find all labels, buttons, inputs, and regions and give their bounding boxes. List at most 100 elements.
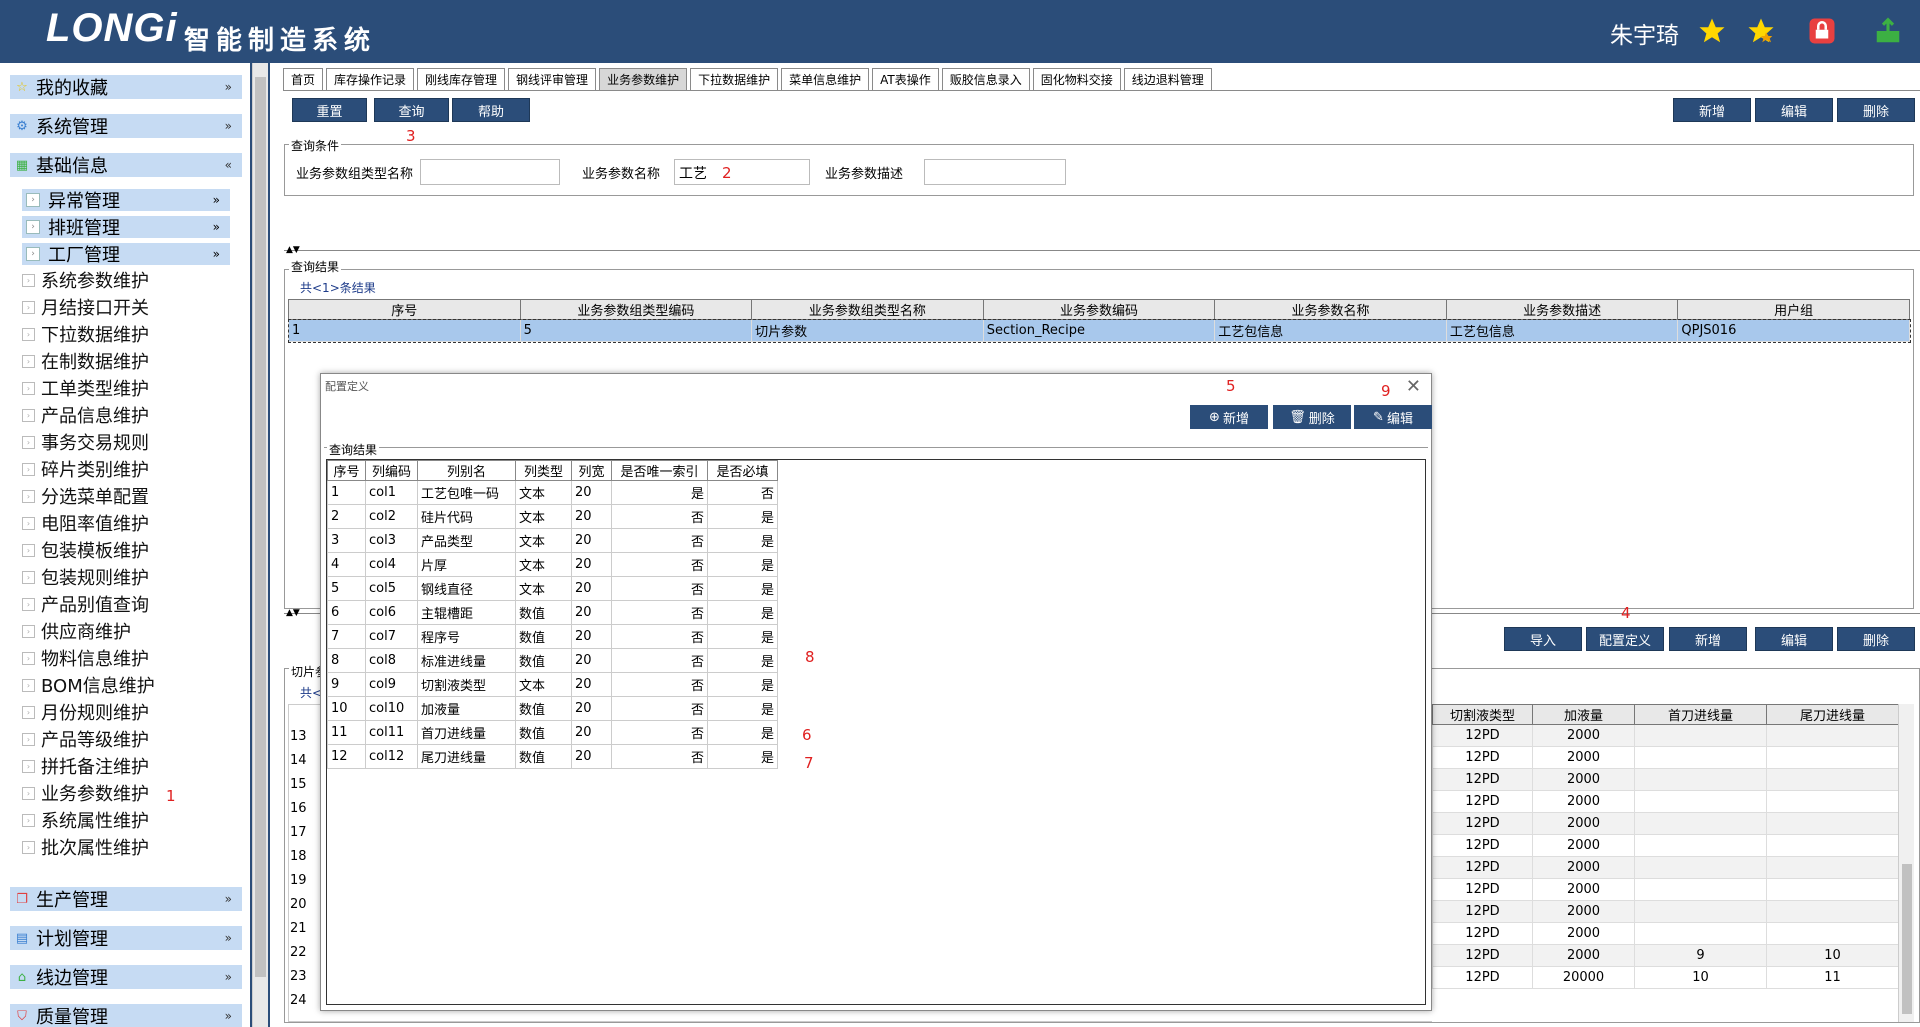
column-header[interactable]: 列别名 <box>417 460 516 481</box>
table-row[interactable]: 12PD 2000 <box>1432 746 1899 769</box>
tab-item[interactable]: AT表操作 <box>872 68 939 90</box>
tab-item[interactable]: 固化物料交接 <box>1032 68 1121 90</box>
sidebar-section-production[interactable]: ❐ 生产管理 » <box>10 887 242 911</box>
collapse-arrows-icon[interactable]: ▲▼ <box>286 245 300 255</box>
sidebar-item[interactable]: › 包装规则维护 <box>22 566 149 589</box>
sidebar-item[interactable]: › 物料信息维护 <box>22 647 149 670</box>
tab-item[interactable]: 首页 <box>283 68 324 90</box>
scrollbar-thumb[interactable] <box>1902 864 1912 1014</box>
sidebar-item[interactable]: › 系统属性维护 <box>22 809 149 832</box>
sidebar-section-basic-info[interactable]: ▦ 基础信息 « <box>10 153 242 177</box>
sidebar-item[interactable]: › 系统参数维护 <box>22 269 149 292</box>
sidebar-item[interactable]: › 产品信息维护 <box>22 404 149 427</box>
scrollbar-thumb[interactable] <box>255 77 266 977</box>
table-row[interactable]: 12PD 2000 <box>1432 790 1899 813</box>
table-row[interactable]: 3 col3 产品类型 文本 20 否是 <box>327 528 778 553</box>
sidebar-item[interactable]: › 事务交易规则 <box>22 431 149 454</box>
sidebar-item[interactable]: › 分选菜单配置 <box>22 485 149 508</box>
add-button[interactable]: 新增 <box>1673 98 1751 122</box>
dialog-delete-button[interactable]: 🗑 删除 <box>1273 405 1351 429</box>
sidebar-item[interactable]: › 在制数据维护 <box>22 350 149 373</box>
table-row[interactable]: 7 col7 程序号 数值 20 否是 <box>327 624 778 649</box>
tab-item[interactable]: 菜单信息维护 <box>781 68 870 90</box>
sidebar-item[interactable]: › 电阻率值维护 <box>22 512 149 535</box>
favorite-star-icon[interactable] <box>1746 16 1776 46</box>
column-header[interactable]: 列宽 <box>571 460 612 481</box>
collapse-arrows-icon[interactable]: ▲▼ <box>286 608 300 618</box>
column-header[interactable]: 用户组 <box>1677 299 1910 320</box>
reset-button[interactable]: 重置 <box>292 98 367 122</box>
table-row[interactable]: 12PD 2000 <box>1432 878 1899 901</box>
param-name-input[interactable]: 工艺 <box>674 159 810 185</box>
table-row[interactable]: 12PD 2000 <box>1432 900 1899 923</box>
table-row[interactable]: 9 col9 切割液类型 文本 20 否是 <box>327 672 778 697</box>
tab-item[interactable]: 下拉数据维护 <box>690 68 779 90</box>
tab-item[interactable]: 刚线库存管理 <box>417 68 506 90</box>
sidebar-section-system[interactable]: ⚙ 系统管理 » <box>10 114 242 138</box>
tab-item[interactable]: 库存操作记录 <box>326 68 415 90</box>
table-row[interactable]: 12PD 2000 <box>1432 922 1899 945</box>
column-header[interactable]: 尾刀进线量 <box>1766 704 1899 725</box>
column-header[interactable]: 业务参数描述 <box>1445 299 1679 320</box>
table-row[interactable]: 1 col1 工艺包唯一码 文本 20 是否 <box>327 480 778 505</box>
sidebar-section-plan[interactable]: ▤ 计划管理 » <box>10 926 242 950</box>
param-desc-input[interactable] <box>924 159 1066 185</box>
config-definition-button[interactable]: 配置定义 <box>1586 627 1664 651</box>
sidebar-item[interactable]: › BOM信息维护 <box>22 674 155 697</box>
column-header[interactable]: 业务参数组类型编码 <box>519 299 753 320</box>
table-row[interactable]: 12PD 2000 <box>1432 724 1899 747</box>
column-header[interactable]: 切割液类型 <box>1432 704 1533 725</box>
tab-item[interactable]: 钢线评审管理 <box>508 68 597 90</box>
sidebar-item[interactable]: › 下拉数据维护 <box>22 323 149 346</box>
table-row[interactable]: 12 col12 尾刀进线量 数值 20 否是 <box>327 744 778 769</box>
dialog-edit-button[interactable]: ✎ 编辑 <box>1354 405 1432 429</box>
table-row[interactable]: 11 col11 首刀进线量 数值 20 否是 <box>327 720 778 745</box>
sidebar-item[interactable]: › 碎片类别维护 <box>22 458 149 481</box>
group-type-name-input[interactable] <box>420 159 560 185</box>
column-header[interactable]: 序号 <box>327 460 366 481</box>
table-row[interactable]: 12PD 2000 <box>1432 856 1899 879</box>
sidebar-item[interactable]: › 批次属性维护 <box>22 836 149 859</box>
sidebar-item[interactable]: › 产品别值查询 <box>22 593 149 616</box>
table-row[interactable]: 4 col4 片厚 文本 20 否是 <box>327 552 778 577</box>
column-header[interactable]: 加液量 <box>1532 704 1635 725</box>
sidebar-item[interactable]: › 业务参数维护 <box>22 782 149 805</box>
table-row[interactable]: 6 col6 主辊槽距 数值 20 否是 <box>327 600 778 625</box>
tab-item[interactable]: 线边退料管理 <box>1123 68 1212 90</box>
sidebar-section-favorites[interactable]: ☆ 我的收藏 » <box>10 75 242 99</box>
dialog-add-button[interactable]: ⊕ 新增 <box>1190 405 1268 429</box>
column-header[interactable]: 列类型 <box>515 460 572 481</box>
column-header[interactable]: 是否唯一索引 <box>611 460 708 481</box>
help-button[interactable]: 帮助 <box>452 98 530 122</box>
sidebar-item[interactable]: › 月结接口开关 <box>22 296 149 319</box>
lock-icon[interactable] <box>1807 16 1837 46</box>
table-row[interactable]: 5 col5 钢线直径 文本 20 否是 <box>327 576 778 601</box>
sidebar-item[interactable]: › 拼托备注维护 <box>22 755 149 778</box>
sidebar-item[interactable]: › 工单类型维护 <box>22 377 149 400</box>
close-icon[interactable]: ✕ <box>1406 376 1421 397</box>
table-row[interactable]: 12PD 2000 9 10 <box>1432 944 1899 967</box>
table-row[interactable]: 10 col10 加液量 数值 20 否是 <box>327 696 778 721</box>
column-header[interactable]: 列编码 <box>365 460 418 481</box>
column-header[interactable]: 首刀进线量 <box>1634 704 1767 725</box>
sidebar-item[interactable]: › 供应商维护 <box>22 620 131 643</box>
lower-edit-button[interactable]: 编辑 <box>1755 627 1833 651</box>
query-button[interactable]: 查询 <box>374 98 449 122</box>
sidebar-item[interactable]: › 包装模板维护 <box>22 539 149 562</box>
sidebar-subgroup-factory[interactable]: › 工厂管理 » <box>22 243 230 266</box>
table-row[interactable]: 12PD 2000 <box>1432 768 1899 791</box>
table-row[interactable]: 1 5 切片参数 Section_Recipe 工艺包信息 工艺包信息 QPJS016 <box>287 318 1911 343</box>
lower-delete-button[interactable]: 删除 <box>1837 627 1915 651</box>
table-row[interactable]: 12PD 2000 <box>1432 834 1899 857</box>
column-header[interactable]: 业务参数组类型名称 <box>751 299 984 320</box>
import-button[interactable]: 导入 <box>1504 627 1582 651</box>
column-header[interactable]: 是否必填 <box>707 460 778 481</box>
sidebar-item[interactable]: › 产品等级维护 <box>22 728 149 751</box>
sidebar-subgroup-shift[interactable]: › 排班管理 » <box>22 216 230 239</box>
table-row[interactable]: 2 col2 硅片代码 文本 20 否是 <box>327 504 778 529</box>
lower-table-scrollbar[interactable] <box>1898 704 1914 1022</box>
table-row[interactable]: 8 col8 标准进线量 数值 20 否是 <box>327 648 778 673</box>
sidebar-section-lineside[interactable]: ⌂ 线边管理 » <box>10 965 242 989</box>
sidebar-subgroup-exception[interactable]: › 异常管理 » <box>22 189 230 212</box>
sidebar-scrollbar[interactable] <box>252 63 268 1027</box>
